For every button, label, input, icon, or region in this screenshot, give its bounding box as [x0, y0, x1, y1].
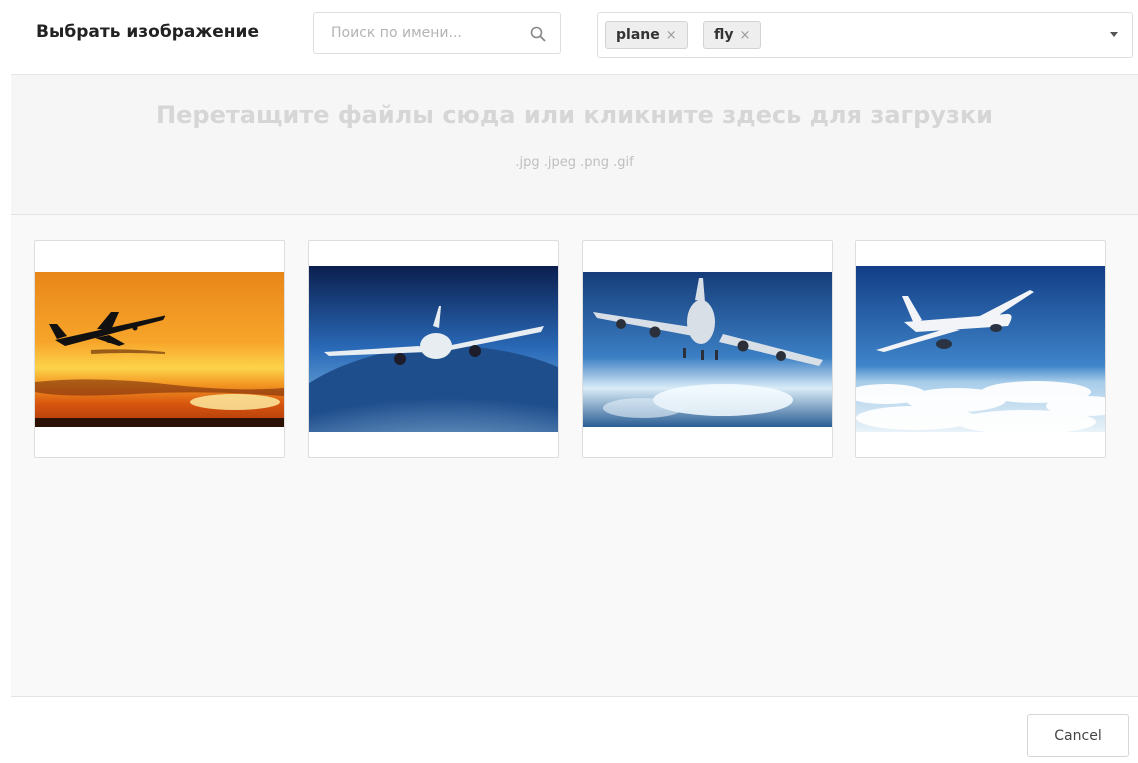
remove-tag-icon[interactable]: ×	[666, 28, 677, 43]
image-card[interactable]	[308, 240, 559, 458]
tag-label: plane	[616, 27, 660, 43]
chevron-down-icon[interactable]	[1110, 32, 1118, 37]
dialog-title: Выбрать изображение	[36, 22, 259, 42]
tag-label: fly	[714, 27, 734, 43]
dropzone-title: Перетащите файлы сюда или кликните здесь…	[156, 101, 993, 129]
image-thumbnail	[583, 272, 832, 427]
image-thumbnail	[309, 266, 558, 432]
tag-chip-fly: fly ×	[703, 21, 762, 49]
gallery-scrollbar[interactable]	[1133, 215, 1138, 696]
image-card[interactable]	[855, 240, 1106, 458]
image-thumbnail	[35, 272, 284, 427]
search-input[interactable]	[331, 23, 521, 43]
image-thumbnail	[856, 266, 1105, 432]
tag-filter-select[interactable]: plane × fly ×	[597, 12, 1133, 58]
dropzone-formats: .jpg .jpeg .png .gif	[515, 155, 634, 170]
dialog-header: Выбрать изображение plane × fly ×	[0, 0, 1138, 74]
image-gallery	[11, 215, 1133, 696]
tag-chip-plane: plane ×	[605, 21, 688, 49]
search-icon[interactable]	[529, 25, 547, 43]
divider	[11, 696, 1138, 697]
search-box[interactable]	[313, 12, 561, 54]
remove-tag-icon[interactable]: ×	[740, 28, 751, 43]
upload-dropzone[interactable]: Перетащите файлы сюда или кликните здесь…	[11, 75, 1138, 214]
cancel-button[interactable]: Cancel	[1027, 714, 1129, 757]
image-card[interactable]	[582, 240, 833, 458]
image-card[interactable]	[34, 240, 285, 458]
